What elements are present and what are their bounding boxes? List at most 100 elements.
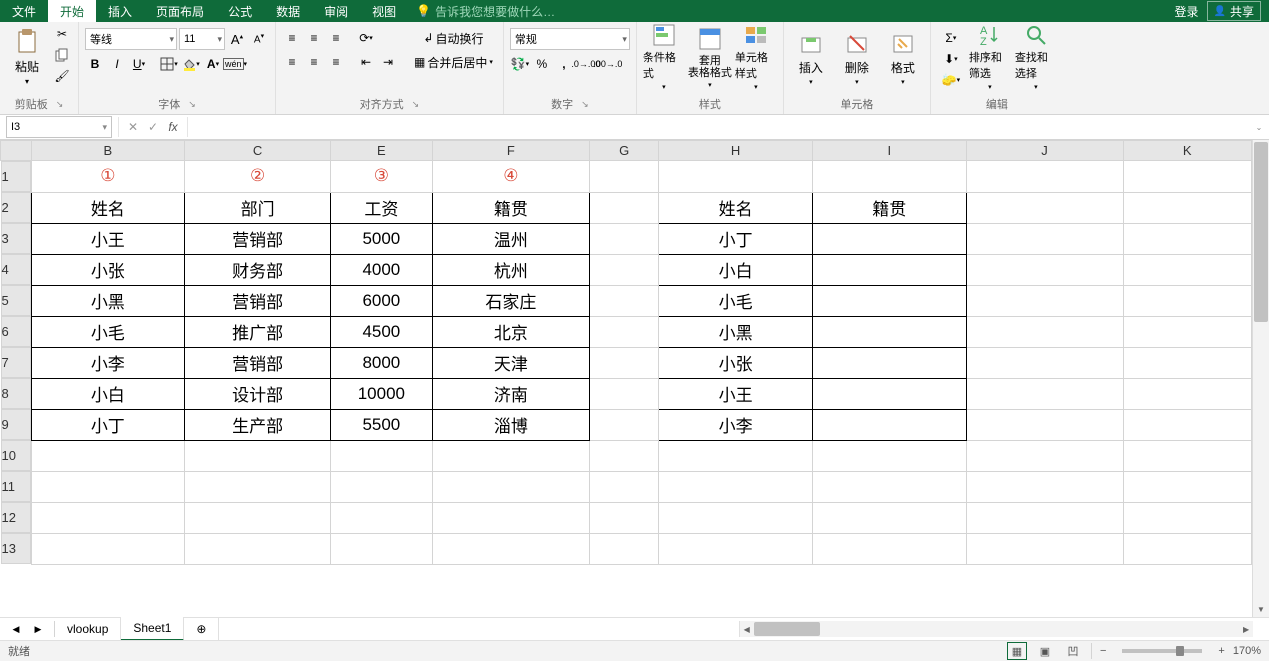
cell-G3[interactable] — [590, 223, 659, 254]
cell-C12[interactable] — [185, 502, 331, 533]
number-format-select[interactable]: 常规 — [510, 28, 630, 50]
cell-G12[interactable] — [590, 502, 659, 533]
cell-G2[interactable] — [590, 192, 659, 223]
cell-E5[interactable]: 6000 — [331, 285, 433, 316]
cell-F12[interactable] — [432, 502, 589, 533]
cell-G4[interactable] — [590, 254, 659, 285]
cell-C7[interactable]: 营销部 — [185, 347, 331, 378]
currency-button[interactable]: 💱▾ — [510, 54, 530, 74]
cell-G7[interactable] — [590, 347, 659, 378]
cell-K11[interactable] — [1123, 471, 1251, 502]
italic-button[interactable]: I — [107, 54, 127, 74]
cell-F5[interactable]: 石家庄 — [432, 285, 589, 316]
cell-J5[interactable] — [966, 285, 1123, 316]
cell-H3[interactable]: 小丁 — [659, 223, 813, 254]
cell-C1[interactable]: ② — [185, 161, 331, 193]
cell-E1[interactable]: ③ — [331, 161, 433, 193]
cell-J2[interactable] — [966, 192, 1123, 223]
align-center-button[interactable]: ≡ — [304, 52, 324, 72]
scroll-down-button[interactable]: ▼ — [1253, 601, 1269, 617]
cell-I12[interactable] — [812, 502, 966, 533]
sheet-nav-prev[interactable]: ◀ — [6, 619, 26, 639]
cell-I11[interactable] — [812, 471, 966, 502]
cell-E4[interactable]: 4000 — [331, 254, 433, 285]
cell-B11[interactable] — [31, 471, 185, 502]
share-button[interactable]: 👤 共享 — [1207, 1, 1261, 21]
cell-C6[interactable]: 推广部 — [185, 316, 331, 347]
cell-F7[interactable]: 天津 — [432, 347, 589, 378]
phonetic-button[interactable]: wén▾ — [225, 54, 245, 74]
cell-styles-button[interactable]: 单元格样式▾ — [735, 24, 777, 90]
zoom-slider-knob[interactable] — [1176, 646, 1184, 656]
cell-H13[interactable] — [659, 533, 813, 564]
cell-K5[interactable] — [1123, 285, 1251, 316]
tab-view[interactable]: 视图 — [360, 0, 408, 22]
cell-C3[interactable]: 营销部 — [185, 223, 331, 254]
select-all-corner[interactable] — [1, 141, 32, 161]
cell-G9[interactable] — [590, 409, 659, 440]
cell-I1[interactable] — [812, 161, 966, 193]
row-header-5[interactable]: 5 — [1, 285, 31, 316]
percent-button[interactable]: % — [532, 54, 552, 74]
cut-button[interactable]: ✂ — [52, 24, 72, 44]
cell-C9[interactable]: 生产部 — [185, 409, 331, 440]
column-header-K[interactable]: K — [1123, 141, 1251, 161]
cell-B6[interactable]: 小毛 — [31, 316, 185, 347]
cell-K9[interactable] — [1123, 409, 1251, 440]
row-header-13[interactable]: 13 — [1, 533, 31, 564]
row-header-6[interactable]: 6 — [1, 316, 31, 347]
copy-button[interactable] — [52, 45, 72, 65]
row-header-12[interactable]: 12 — [1, 502, 31, 533]
tell-me[interactable]: 💡 告诉我您想要做什么… — [408, 0, 563, 22]
sort-filter-button[interactable]: AZ 排序和筛选▾ — [969, 24, 1011, 90]
cell-E11[interactable] — [331, 471, 433, 502]
insert-function-button[interactable]: fx — [163, 117, 183, 137]
cell-F1[interactable]: ④ — [432, 161, 589, 193]
wrap-text-button[interactable]: ↲自动换行 — [410, 28, 497, 48]
cell-J3[interactable] — [966, 223, 1123, 254]
cell-F3[interactable]: 温州 — [432, 223, 589, 254]
expand-formula-bar[interactable]: ⌄ — [1249, 117, 1269, 137]
tab-formulas[interactable]: 公式 — [216, 0, 264, 22]
fill-button[interactable]: ⬇▾ — [937, 49, 965, 69]
cell-B8[interactable]: 小白 — [31, 378, 185, 409]
cell-K12[interactable] — [1123, 502, 1251, 533]
cell-J1[interactable] — [966, 161, 1123, 193]
align-middle-button[interactable]: ≡ — [304, 28, 324, 48]
cell-J7[interactable] — [966, 347, 1123, 378]
cell-B2[interactable]: 姓名 — [31, 192, 185, 223]
tab-file[interactable]: 文件 — [0, 0, 48, 22]
scroll-thumb[interactable] — [754, 622, 820, 636]
row-header-9[interactable]: 9 — [1, 409, 31, 440]
cell-E13[interactable] — [331, 533, 433, 564]
new-sheet-button[interactable]: ⊕ — [184, 618, 219, 640]
column-header-G[interactable]: G — [590, 141, 659, 161]
cell-E9[interactable]: 5500 — [331, 409, 433, 440]
cell-J13[interactable] — [966, 533, 1123, 564]
cell-E6[interactable]: 4500 — [331, 316, 433, 347]
format-cells-button[interactable]: 格式▾ — [882, 24, 924, 90]
cell-G13[interactable] — [590, 533, 659, 564]
cell-C10[interactable] — [185, 440, 331, 471]
cell-B7[interactable]: 小李 — [31, 347, 185, 378]
cell-I10[interactable] — [812, 440, 966, 471]
cell-H10[interactable] — [659, 440, 813, 471]
row-header-2[interactable]: 2 — [1, 192, 31, 223]
tab-data[interactable]: 数据 — [264, 0, 312, 22]
zoom-out-button[interactable]: − — [1100, 645, 1106, 657]
row-header-1[interactable]: 1 — [1, 161, 31, 192]
cell-F6[interactable]: 北京 — [432, 316, 589, 347]
font-name-select[interactable]: 等线 — [85, 28, 177, 50]
cell-K8[interactable] — [1123, 378, 1251, 409]
dialog-launcher[interactable]: ↘ — [56, 99, 64, 110]
cell-J8[interactable] — [966, 378, 1123, 409]
decrease-decimal-button[interactable]: .00→.0 — [598, 54, 618, 74]
decrease-indent-button[interactable]: ⇤ — [356, 52, 376, 72]
zoom-level[interactable]: 170% — [1233, 645, 1261, 657]
cell-G1[interactable] — [590, 161, 659, 193]
merge-center-button[interactable]: ▦合并后居中▾ — [410, 52, 497, 72]
cell-J10[interactable] — [966, 440, 1123, 471]
horizontal-scrollbar[interactable]: ◀ ▶ — [739, 621, 1253, 637]
cell-B1[interactable]: ① — [31, 161, 185, 193]
cell-G8[interactable] — [590, 378, 659, 409]
